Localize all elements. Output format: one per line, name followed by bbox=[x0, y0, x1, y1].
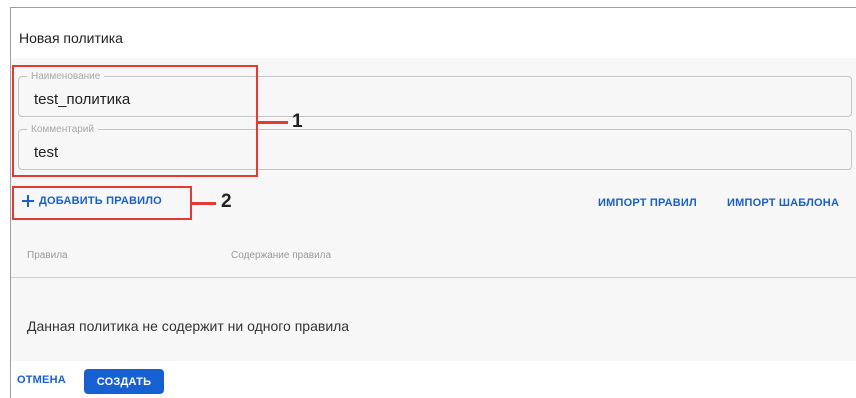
column-header-rule-content: Содержание правила bbox=[231, 250, 332, 261]
import-template-button[interactable]: ИМПОРТ ШАБЛОНА bbox=[727, 197, 839, 209]
callout-box-2 bbox=[12, 186, 192, 220]
callout-number-2: 2 bbox=[221, 191, 232, 212]
create-button[interactable]: СОЗДАТЬ bbox=[84, 369, 164, 394]
callout-line-1 bbox=[258, 121, 288, 124]
import-rules-button[interactable]: ИМПОРТ ПРАВИЛ bbox=[598, 197, 697, 209]
callout-box-1 bbox=[12, 65, 258, 177]
empty-table-message: Данная политика не содержит ни одного пр… bbox=[27, 318, 350, 334]
column-header-rules: Правила bbox=[27, 250, 68, 261]
cancel-button[interactable]: ОТМЕНА bbox=[17, 374, 66, 386]
dialog-title: Новая политика bbox=[19, 30, 123, 46]
rules-table-header: Правила Содержание правила bbox=[11, 238, 856, 278]
callout-line-2 bbox=[192, 202, 216, 205]
callout-number-1: 1 bbox=[292, 111, 303, 132]
new-policy-dialog: Новая политика Наименование test_политик… bbox=[0, 0, 856, 398]
dialog-top-border bbox=[10, 7, 856, 8]
